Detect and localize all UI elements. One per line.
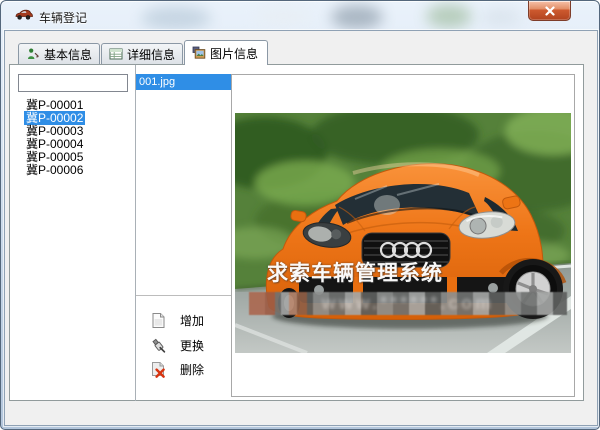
title-bar[interactable]: 车辆登记 — [1, 1, 600, 30]
delete-image-button[interactable]: 删除 — [150, 359, 234, 379]
plate-filter-input[interactable] — [18, 74, 128, 92]
add-document-icon — [150, 312, 167, 329]
tab-label: 图片信息 — [210, 45, 258, 62]
replace-image-button[interactable]: 更换 — [150, 335, 234, 355]
replace-image-label: 更换 — [180, 337, 204, 354]
censored-watermark-mosaic: www.******.com — [249, 292, 567, 315]
picture-icon — [192, 46, 206, 60]
picture-info-tab-page: 冀P-00001 冀P-00002 冀P-00003 冀P-00004 冀P-0… — [9, 64, 584, 401]
detail-table-icon — [109, 47, 123, 61]
person-search-icon — [26, 47, 40, 61]
picture-preview-panel: 求索车辆管理系统 www.******.com — [231, 74, 575, 397]
tab-basic-info[interactable]: 基本信息 — [18, 43, 100, 64]
add-image-label: 增加 — [180, 312, 204, 329]
close-button[interactable] — [528, 1, 571, 21]
file-list-item-selected[interactable]: 001.jpg — [136, 74, 235, 90]
delete-image-label: 删除 — [180, 361, 204, 378]
window-title: 车辆登记 — [39, 9, 87, 26]
watermark-text: 求索车辆管理系统 — [267, 257, 443, 287]
delete-document-icon — [150, 361, 167, 378]
tab-label: 基本信息 — [44, 46, 92, 63]
plate-list-item[interactable]: 冀P-00006 — [24, 164, 134, 177]
image-file-list: 001.jpg — [136, 74, 235, 295]
add-image-button[interactable]: 增加 — [150, 310, 234, 330]
list-button-divider — [136, 295, 235, 296]
replace-tool-icon — [150, 337, 167, 354]
vehicle-photo: 求索车辆管理系统 www.******.com — [235, 113, 571, 353]
plate-list: 冀P-00001 冀P-00002 冀P-00003 冀P-00004 冀P-0… — [24, 99, 134, 177]
tab-detail-info[interactable]: 详细信息 — [101, 43, 183, 64]
car-app-icon — [14, 8, 33, 22]
close-icon — [544, 6, 556, 16]
vehicle-registration-window: 车辆登记 基本信息 详细信息 — [0, 0, 600, 430]
tab-picture-info[interactable]: 图片信息 — [184, 40, 268, 65]
bottom-watermark-text: www.******.com — [322, 293, 494, 314]
tab-label: 详细信息 — [127, 46, 175, 63]
